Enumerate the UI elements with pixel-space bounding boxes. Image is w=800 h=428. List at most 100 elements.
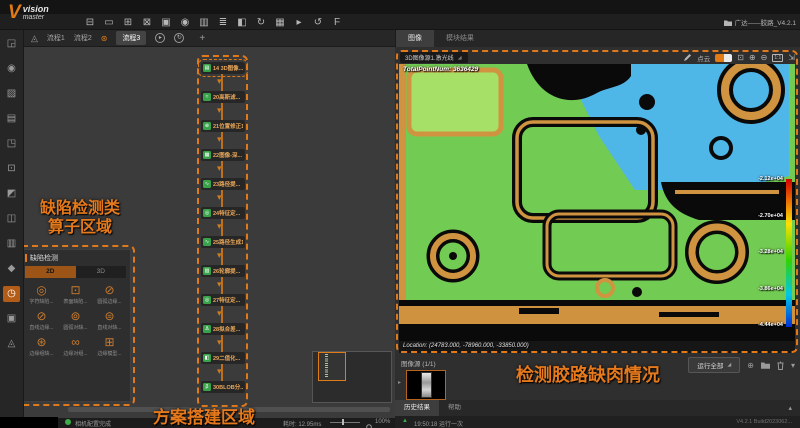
operator-icon: ⊞	[104, 336, 114, 349]
operator-icon: ⊡	[70, 284, 80, 297]
edit-pencil-icon[interactable]	[683, 53, 692, 62]
operator-item[interactable]: ⊘ 直线边缘...	[25, 310, 58, 331]
logo-line1: vision	[23, 5, 49, 14]
tab-help[interactable]: 帮助	[439, 400, 470, 416]
tab-history-result[interactable]: 历史结果	[395, 400, 439, 416]
minimap-viewport[interactable]	[318, 352, 346, 381]
toolbar-icon[interactable]: ⊟	[84, 15, 96, 30]
flow-node[interactable]: ∿ 25路径生成1	[201, 236, 245, 248]
tab-3d[interactable]: 3D	[76, 266, 127, 278]
tab-module-result[interactable]: 模块结果	[434, 30, 486, 47]
operator-icon: ⊜	[104, 310, 114, 323]
sidebar-tool-icon[interactable]: ◷	[3, 286, 20, 302]
node-icon: ≈	[203, 93, 211, 101]
tab-flow1[interactable]: 流程1	[47, 33, 65, 43]
app-logo: V vision master	[8, 2, 49, 24]
sidebar-tool-icon[interactable]: ▣	[3, 311, 20, 327]
toolbar-icon[interactable]: ≣	[217, 15, 229, 30]
flow-node[interactable]: ⊕ 21位置修正1	[201, 120, 245, 132]
toolbar-icon[interactable]: ↻	[255, 15, 267, 30]
fullscreen-icon[interactable]: ⇲	[788, 53, 795, 62]
flow-node[interactable]: ▨ 26轮廓提...	[201, 265, 245, 277]
toolbar-icon[interactable]: ⊠	[141, 15, 153, 30]
expand-thumbnails-icon[interactable]: ▸	[398, 379, 401, 386]
zoom-slider[interactable]	[330, 422, 360, 423]
tab-flow2[interactable]: 流程2	[74, 33, 92, 43]
zoom-out-icon[interactable]: ⊖	[761, 53, 768, 62]
node-icon: ▨	[203, 267, 211, 275]
flow-node[interactable]: ∿ 23路径提...	[201, 178, 245, 190]
tab-flow3[interactable]: 流程3	[116, 31, 146, 45]
flow-node[interactable]: Δ 28拟合差...	[201, 323, 245, 335]
toolbar-icon[interactable]: F	[331, 15, 343, 30]
sidebar-tool-icon[interactable]: ◉	[3, 61, 20, 77]
flow-node[interactable]: ▤ 14 3D图像...	[201, 62, 245, 74]
point-cloud-toggle[interactable]	[715, 54, 732, 62]
chevron-down-icon[interactable]: ▾	[791, 361, 795, 370]
flow-minimap[interactable]	[312, 351, 392, 403]
node-label: 26轮廓提...	[213, 267, 240, 275]
toolbar-icon[interactable]: ⊞	[122, 15, 134, 30]
operator-label: 表面缺陷...	[63, 298, 87, 305]
point-cloud-label: 点云	[697, 53, 710, 63]
total-point-num: TotalPointNum: 3636429	[403, 66, 478, 73]
folder-icon	[724, 19, 732, 26]
operator-label: 边缘组缺...	[29, 350, 53, 357]
folder-icon[interactable]	[761, 361, 770, 369]
fit-view-icon[interactable]: ⊡	[737, 53, 744, 62]
one-to-one-icon[interactable]: 1:1	[772, 54, 783, 62]
sidebar-tool-icon[interactable]: ◳	[3, 136, 20, 152]
branch-icon[interactable]: ◬	[31, 33, 38, 44]
node-label: 14 3D图像...	[213, 64, 243, 72]
operator-label: 边缘模型...	[97, 350, 121, 357]
add-icon[interactable]: ⊕	[747, 361, 754, 370]
sidebar-tool-icon[interactable]: ◆	[3, 261, 20, 277]
run-once-icon[interactable]: ▸	[155, 33, 165, 43]
flow-node[interactable]: ◧ 29二值化...	[201, 352, 245, 364]
tab-image[interactable]: 图像	[396, 30, 434, 47]
sidebar-tool-icon[interactable]: ▥	[3, 236, 20, 252]
zoom-slider-thumb[interactable]	[342, 419, 344, 425]
scale-label: -3.28e+04	[758, 249, 783, 255]
operator-item[interactable]: ⊞ 边缘模型...	[93, 336, 126, 357]
sidebar-tool-icon[interactable]: ◲	[3, 36, 20, 52]
flow-node[interactable]: β 30BLOB分...	[201, 381, 245, 393]
operator-item[interactable]: ∞ 边缘对组...	[59, 336, 92, 357]
flow-node[interactable]: ◎ 27特征定...	[201, 294, 245, 306]
operator-item[interactable]: ◎ 字符缺陷...	[25, 284, 58, 305]
sidebar-tool-icon[interactable]: ◬	[3, 336, 20, 352]
operator-label: 直线边缘...	[29, 324, 53, 331]
flow-node[interactable]: ≈ 20高斯滤...	[201, 91, 245, 103]
flow-node[interactable]: ◎ 24特征定...	[201, 207, 245, 219]
toolbar-icon[interactable]: ▭	[103, 15, 115, 30]
trash-icon[interactable]	[777, 361, 784, 370]
run-loop-icon[interactable]: ↻	[174, 33, 184, 43]
sidebar-tool-icon[interactable]: ⊡	[3, 161, 20, 177]
operator-item[interactable]: ⊛ 边缘组缺...	[25, 336, 58, 357]
history-entry[interactable]: 19:50:18 运行一次	[414, 419, 463, 428]
toolbar-icon[interactable]: ▣	[160, 15, 172, 30]
image-source-dropdown[interactable]: 3D图像源1.激光线◢	[400, 52, 468, 63]
toolbar-icon[interactable]: ▥	[198, 15, 210, 30]
toolbar-icon[interactable]: ▦	[274, 15, 286, 30]
operator-item[interactable]: ⊚ 圆弧对缺...	[59, 310, 92, 331]
operator-item[interactable]: ⊡ 表面缺陷...	[59, 284, 92, 305]
tab-2d[interactable]: 2D	[25, 266, 76, 278]
sidebar-tool-icon[interactable]: ▨	[3, 86, 20, 102]
operator-item[interactable]: ⊜ 直线对缺...	[93, 310, 126, 331]
run-controls: 运行全部◢ ⊕ ▾	[688, 357, 795, 373]
flow-node[interactable]: ▦ 22图像-深...	[201, 149, 245, 161]
sidebar-tool-icon[interactable]: ▤	[3, 111, 20, 127]
toolbar-icon[interactable]: ◧	[236, 15, 248, 30]
operator-item[interactable]: ⊘ 圆弧边缘...	[93, 284, 126, 305]
image-thumbnail[interactable]	[406, 370, 446, 400]
operator-icon: ⊚	[70, 310, 80, 323]
run-all-button[interactable]: 运行全部◢	[688, 357, 740, 373]
toolbar-icon[interactable]: ◉	[179, 15, 191, 30]
toolbar-icon[interactable]: ▸	[293, 15, 305, 30]
result-tab-bar: 历史结果 帮助 ▴	[395, 400, 800, 416]
zoom-in-icon[interactable]: ⊕	[749, 53, 756, 62]
add-flow-button[interactable]: +	[199, 33, 205, 44]
collapse-icon[interactable]: ▴	[788, 404, 792, 412]
toolbar-icon[interactable]: ↺	[312, 15, 324, 30]
